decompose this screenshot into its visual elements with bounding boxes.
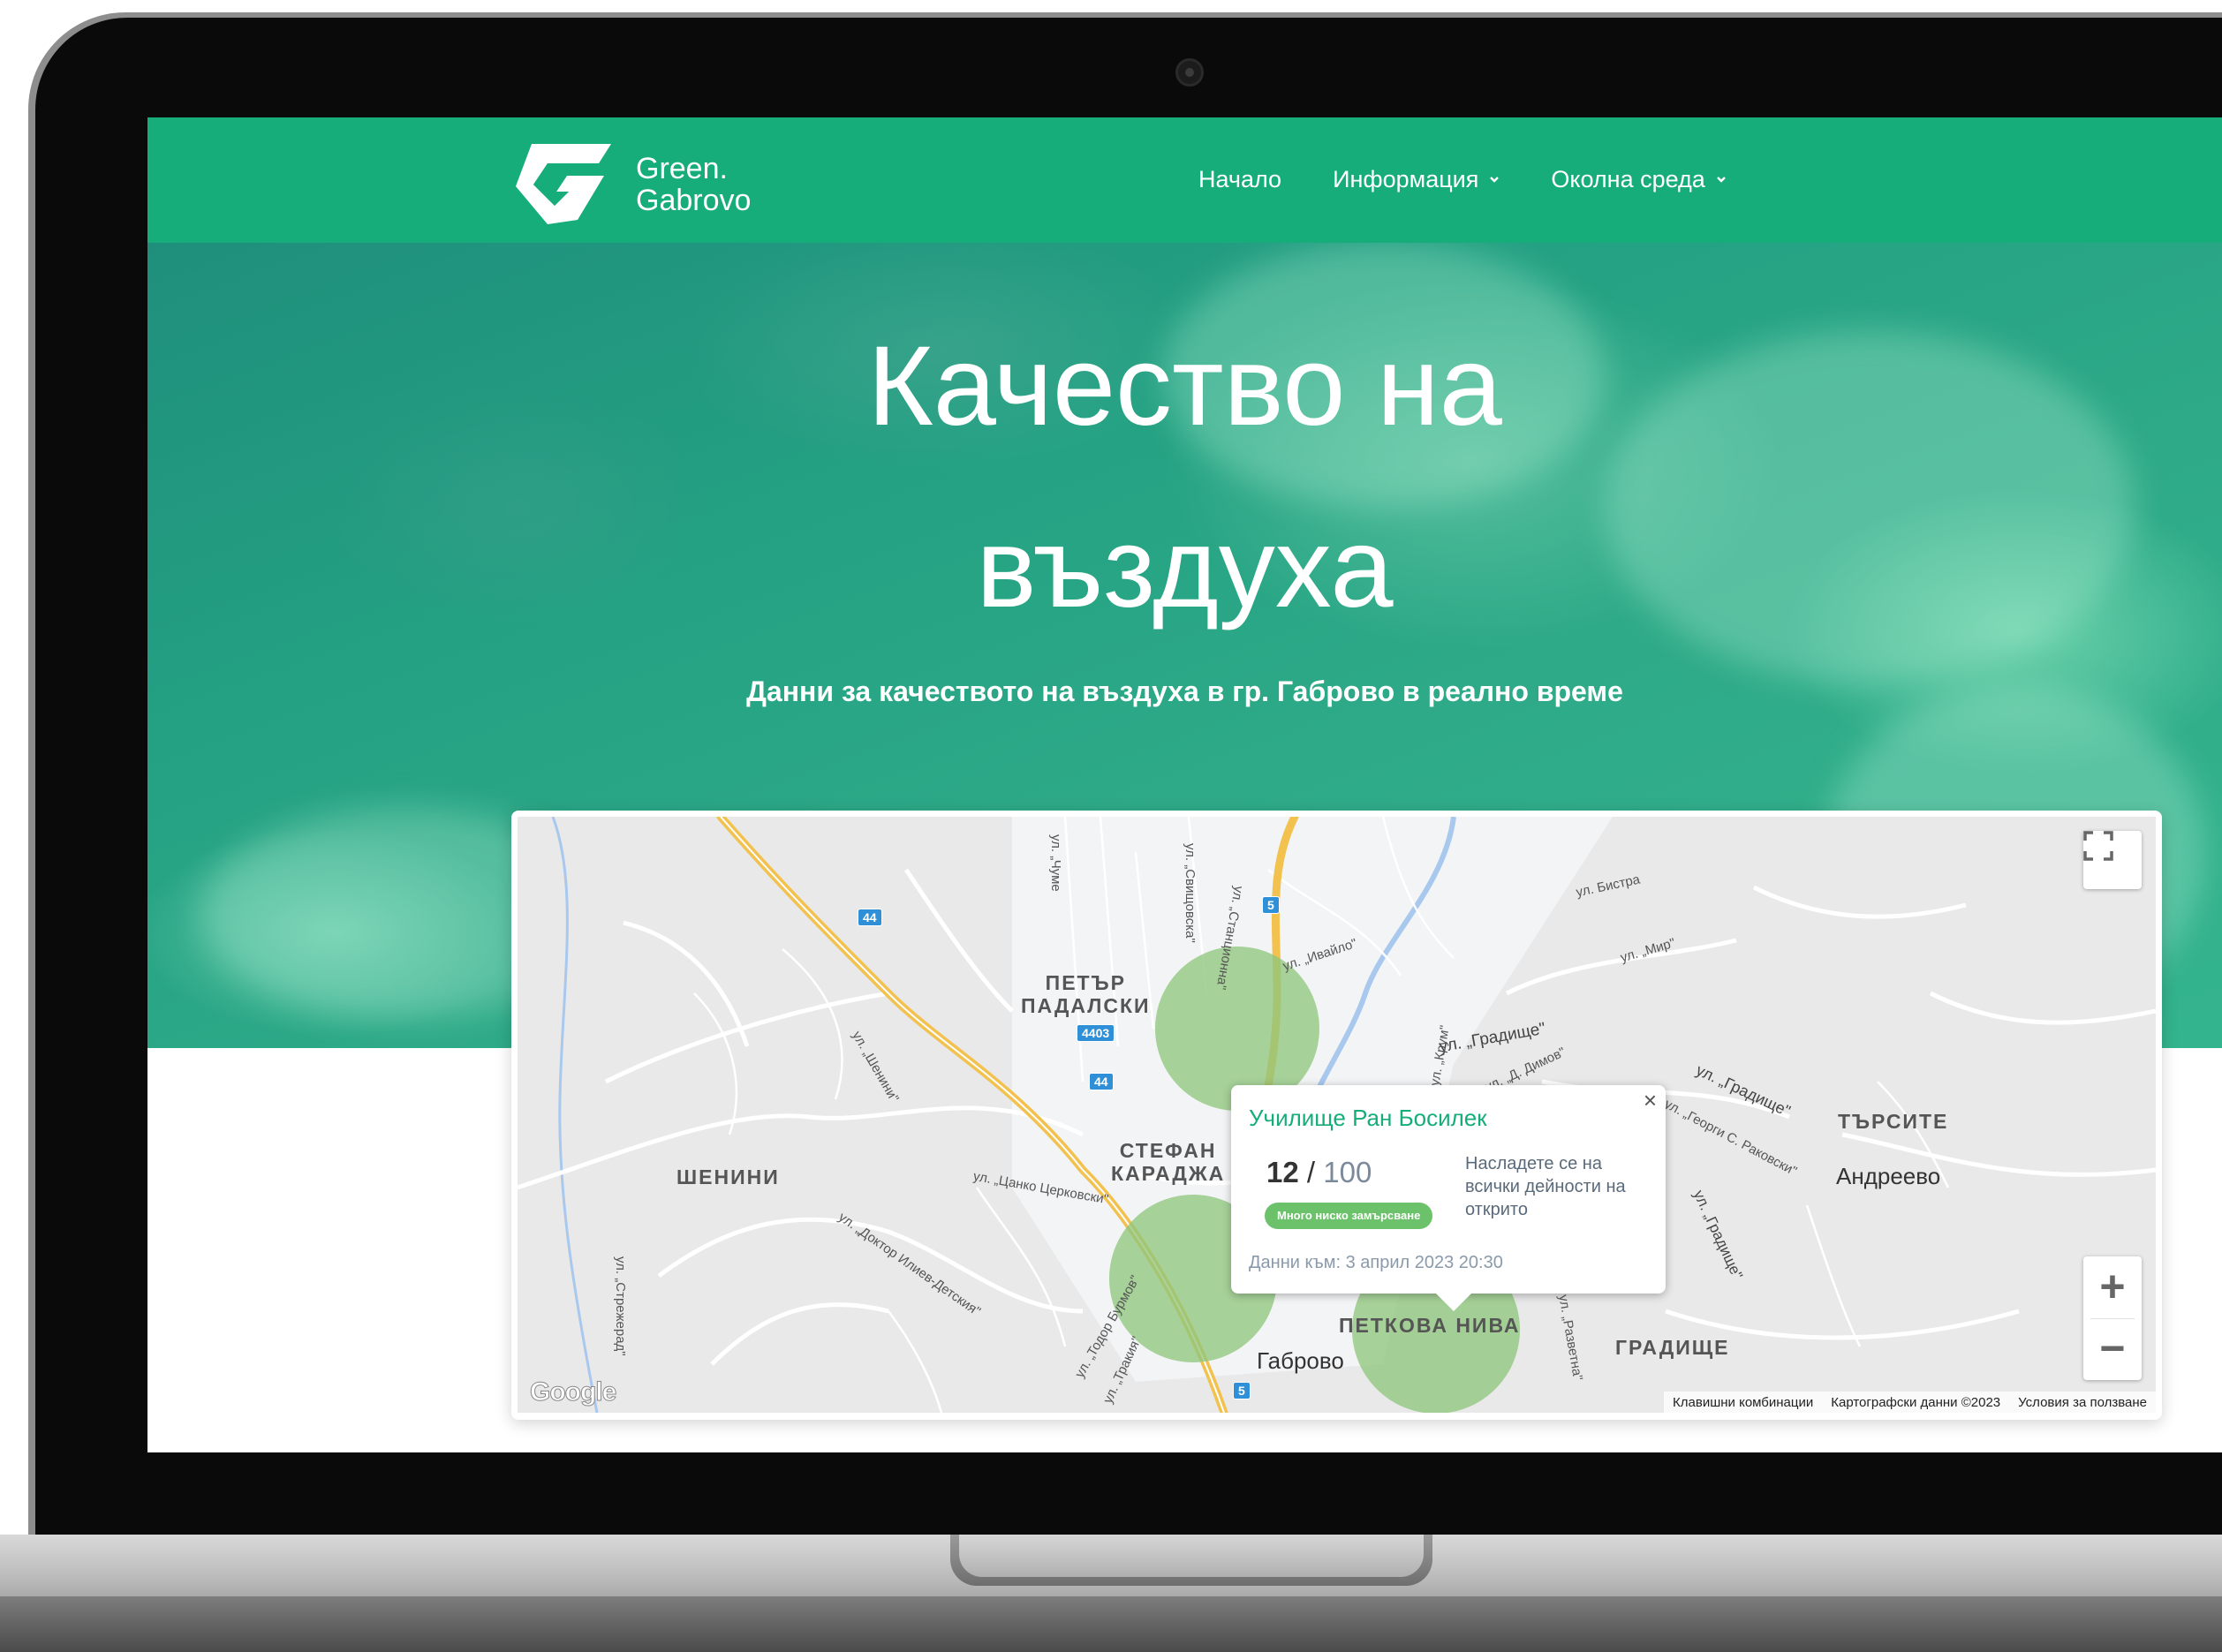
road-shield: 4403 — [1077, 1024, 1115, 1042]
road-shield: 5 — [1233, 1382, 1251, 1399]
street-label: ул. „Стрежерад" — [613, 1256, 628, 1356]
main-nav: Начало Информация Околна среда — [1198, 162, 1778, 197]
page-title-line-2: въздуха — [976, 505, 1394, 631]
zoom-in-button[interactable]: + — [2083, 1256, 2142, 1318]
road-shield: 5 — [1262, 896, 1280, 914]
site-header: Green. Gabrovo Начало Информация Околна … — [147, 117, 2222, 243]
score-max: 100 — [1323, 1156, 1372, 1188]
google-logo[interactable]: Google — [529, 1377, 616, 1407]
road-shield: 44 — [858, 909, 882, 926]
browser-screen: Green. Gabrovo Начало Информация Околна … — [147, 117, 2222, 1452]
map-data-credit: Картографски данни ©2023 — [1831, 1394, 2001, 1410]
street-label: ул. „Чуме — [1048, 834, 1063, 892]
logo[interactable]: Green. Gabrovo — [512, 142, 777, 226]
map-card: 44 44 4403 5 5 ПЕТЪР ПАДАЛСКИ ШЕНИНИ СТЕ… — [511, 811, 2162, 1420]
page-subtitle: Данни за качеството на въздуха в гр. Габ… — [746, 675, 1623, 707]
district-label-stefan-karadzha: СТЕФАН КАРАДЖА — [1111, 1139, 1226, 1185]
brand-line-1: Green. — [636, 152, 728, 185]
fullscreen-button[interactable] — [2083, 831, 2142, 889]
nav-item-environment[interactable]: Околна среда — [1551, 162, 1726, 197]
score-value: 12 — [1266, 1156, 1299, 1188]
road-shield: 44 — [1089, 1073, 1114, 1090]
village-label-andreevo: Андреево — [1836, 1163, 1941, 1189]
recommendation-text: Насладете се на всички дейности на откри… — [1465, 1154, 1626, 1219]
pollution-level-badge: Много ниско замърсване — [1265, 1203, 1433, 1229]
chevron-down-icon — [1490, 177, 1500, 183]
page-title: Качество на въздуха — [147, 296, 2222, 660]
terms-link[interactable]: Условия за ползване — [2009, 1395, 2156, 1410]
air-quality-map[interactable]: 44 44 4403 5 5 ПЕТЪР ПАДАЛСКИ ШЕНИНИ СТЕ… — [518, 817, 2156, 1413]
nav-label-information: Информация — [1333, 166, 1479, 192]
brand-name: Green. Gabrovo — [636, 153, 751, 216]
brand-line-2: Gabrovo — [636, 184, 752, 217]
nav-label-home: Начало — [1198, 166, 1282, 192]
nav-item-information[interactable]: Информация — [1333, 162, 1500, 197]
district-label-tarsite: ТЪРСИТЕ — [1838, 1110, 1949, 1133]
map-attribution: Клавишни комбинации Картографски данни ©… — [1664, 1392, 2156, 1413]
laptop-frame: Green. Gabrovo Начало Информация Околна … — [0, 0, 2222, 1652]
station-name: Училище Ран Босилек — [1249, 1105, 1487, 1131]
zoom-controls: + − — [2083, 1256, 2142, 1380]
score-separator: / — [1306, 1156, 1316, 1188]
fullscreen-icon — [2083, 831, 2113, 861]
district-label-gradishte: ГРАДИЩЕ — [1615, 1336, 1730, 1359]
green-gabrovo-logo-icon — [516, 144, 611, 224]
station-info-window: × Училище Ран Босилек 12 / 100 Много нис… — [1231, 1085, 1666, 1311]
nav-label-environment: Околна среда — [1551, 166, 1705, 192]
chevron-down-icon — [1716, 177, 1726, 183]
page-title-line-1: Качество на — [867, 323, 1502, 449]
district-label-petar-padalski: ПЕТЪР ПАДАЛСКИ — [1021, 971, 1151, 1017]
zoom-out-button[interactable]: − — [2083, 1318, 2142, 1380]
keyboard-shortcuts-link[interactable]: Клавишни комбинации — [1664, 1395, 1822, 1410]
street-label: ул. „Свищовска" — [1183, 843, 1198, 943]
city-label-gabrovo: Габрово — [1257, 1347, 1344, 1374]
data-timestamp: Данни към: 3 април 2023 20:30 — [1249, 1253, 1503, 1272]
nav-item-home[interactable]: Начало — [1198, 162, 1281, 197]
laptop-base-edge — [0, 1596, 2222, 1652]
close-icon[interactable]: × — [1644, 1089, 1657, 1112]
air-quality-score: 12 / 100 — [1266, 1156, 1372, 1189]
laptop-lid-notch — [950, 1535, 1432, 1586]
webcam — [1175, 58, 1204, 87]
district-label-shenini: ШЕНИНИ — [676, 1165, 780, 1188]
district-label-petkova-niva: ПЕТКОВА НИВА — [1339, 1314, 1521, 1337]
